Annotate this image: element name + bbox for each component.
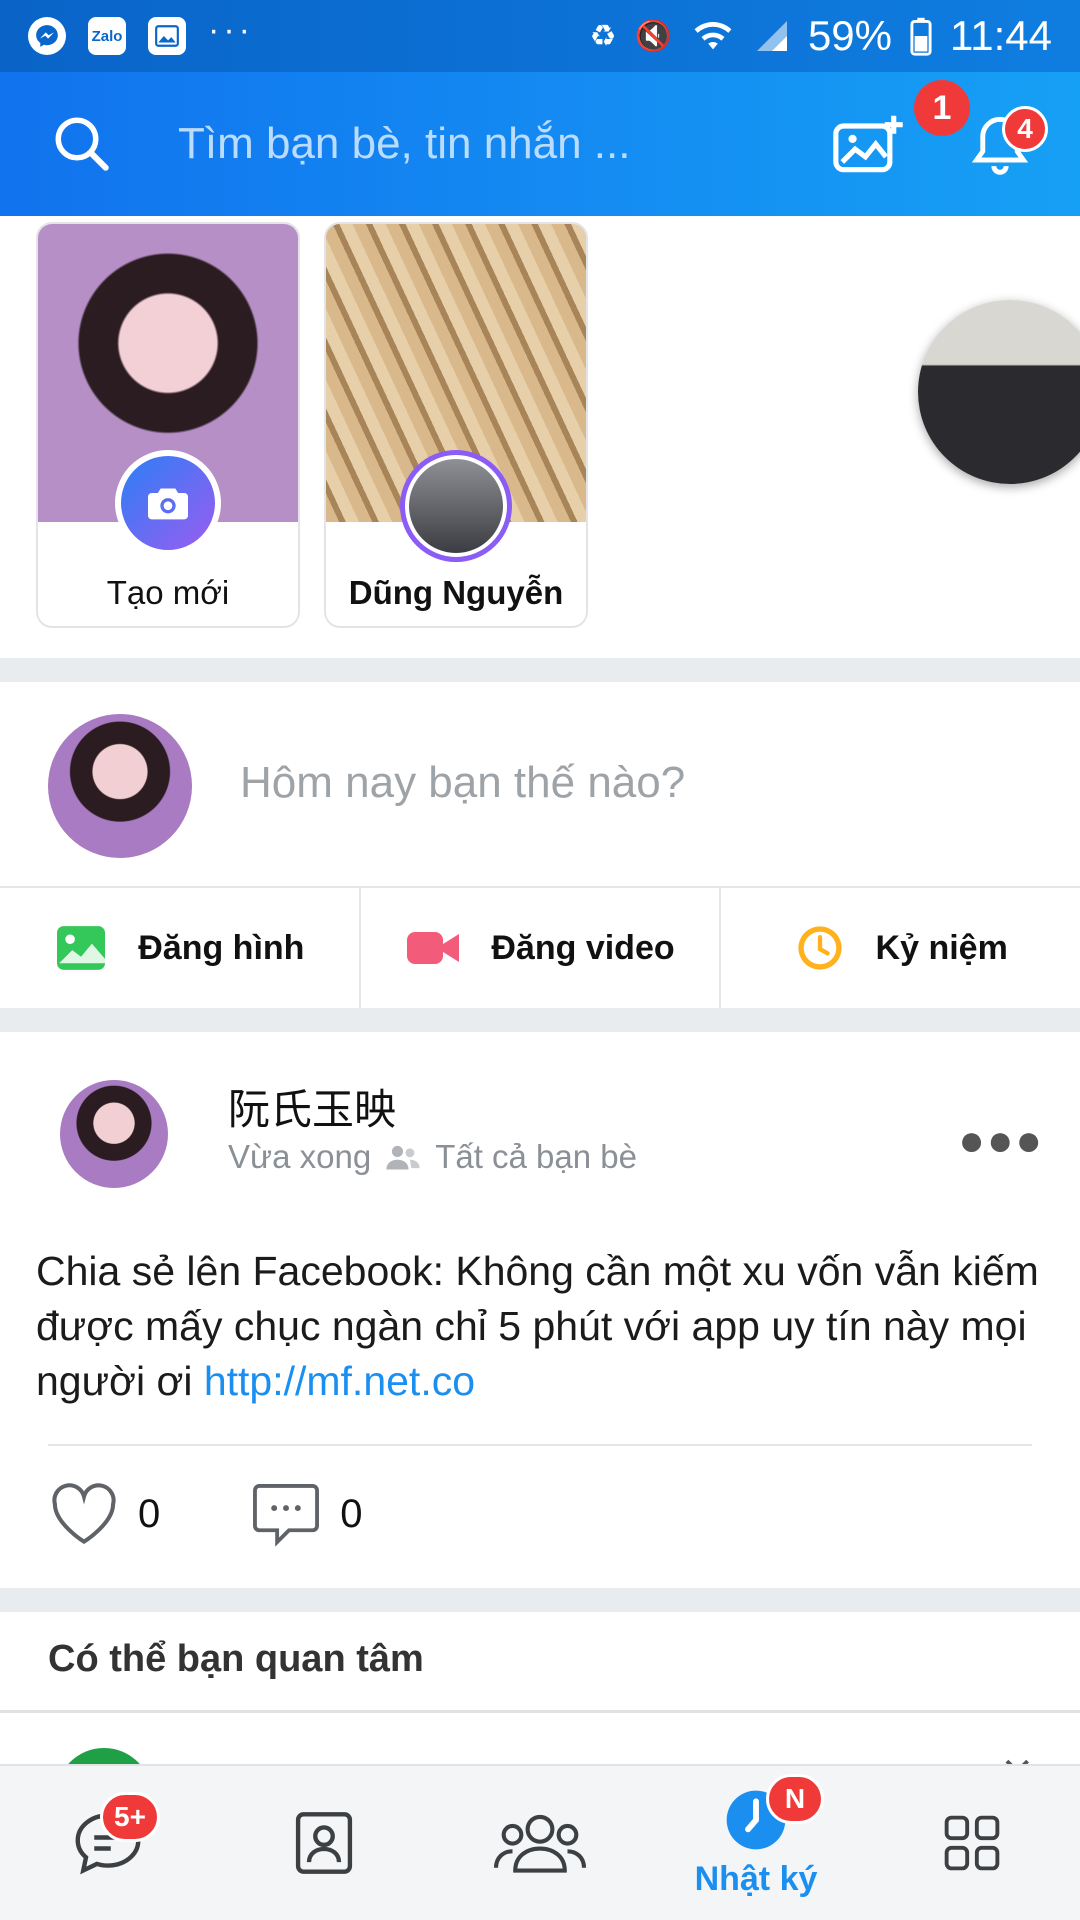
- chat-bubble-badge: 1: [914, 80, 970, 136]
- camera-icon: [115, 450, 221, 556]
- image-icon: [57, 926, 106, 970]
- friends-icon: [386, 1145, 420, 1170]
- comment-icon: [253, 1483, 320, 1547]
- heart-icon: [52, 1483, 116, 1545]
- post-author-name[interactable]: 阮氏玉映: [228, 1076, 396, 1137]
- timeline-badge: N: [766, 1774, 824, 1824]
- post-video-label: Đăng video: [491, 928, 675, 967]
- clock-icon: [797, 926, 842, 970]
- memories-button[interactable]: Kỷ niệm: [721, 888, 1080, 1008]
- story-label: Tạo mới: [106, 574, 230, 611]
- post-video-button[interactable]: Đăng video: [361, 888, 722, 1008]
- messages-badge: 5+: [100, 1792, 160, 1842]
- post-actions: 0 0: [48, 1480, 453, 1548]
- bottom-navigation: 5+ Nhật ký N: [0, 1764, 1080, 1920]
- story-dung-nguyen[interactable]: Dũng Nguyễn: [324, 222, 588, 628]
- memories-label: Kỷ niệm: [875, 928, 1008, 967]
- notification-count-badge: 4: [1002, 106, 1048, 152]
- post-privacy: Tất cả bạn bè: [435, 1138, 637, 1175]
- grid-icon: [944, 1815, 1000, 1871]
- notifications-button[interactable]: 4: [960, 104, 1048, 184]
- battery-percent: 59%: [807, 12, 892, 59]
- group-icon: [493, 1814, 587, 1873]
- stories-strip: Tạo mới Dũng Nguyễn: [0, 216, 1080, 658]
- post-time: Vừa xong: [228, 1138, 372, 1175]
- user-avatar[interactable]: [48, 714, 192, 858]
- add-image-icon: [833, 115, 903, 173]
- zalo-label: Zalo: [91, 27, 123, 45]
- signal-icon: [756, 21, 787, 51]
- nav-groups[interactable]: [432, 1766, 648, 1920]
- post-link[interactable]: http://mf.net.co: [204, 1358, 475, 1404]
- timeline-label: Nhật ký: [694, 1859, 818, 1898]
- nav-messages[interactable]: 5+: [0, 1766, 216, 1920]
- post-meta: Vừa xong Tất cả bạn bè: [228, 1138, 637, 1176]
- post-author-avatar[interactable]: [60, 1080, 168, 1188]
- new-photo-post-button[interactable]: [828, 104, 908, 184]
- post-photo-label: Đăng hình: [138, 928, 305, 967]
- suggestions-title: Có thể bạn quan tâm: [48, 1638, 424, 1680]
- nav-timeline[interactable]: Nhật ký N: [648, 1766, 864, 1920]
- status-input[interactable]: [240, 758, 1020, 808]
- clock-time: 11:44: [950, 12, 1052, 59]
- post-body: Chia sẻ lên Facebook: Không cần một xu v…: [36, 1248, 1039, 1404]
- battery-icon: [910, 17, 932, 56]
- wifi-icon: [694, 21, 732, 50]
- contacts-icon: [295, 1812, 353, 1874]
- more-options-icon[interactable]: ●●●: [958, 1116, 1044, 1166]
- post-photo-button[interactable]: Đăng hình: [0, 888, 361, 1008]
- search-icon[interactable]: [52, 114, 112, 174]
- messenger-icon: [28, 17, 66, 55]
- nav-more[interactable]: [864, 1766, 1080, 1920]
- divider: [48, 1444, 1032, 1446]
- zalo-icon: Zalo: [88, 17, 126, 55]
- more-notifications: ···: [208, 11, 254, 49]
- status-bar: Zalo ··· ♻ 🔇 59% 11:44: [0, 0, 1080, 72]
- story-create[interactable]: Tạo mới: [36, 222, 300, 628]
- like-count: 0: [138, 1491, 161, 1536]
- story-label: Dũng Nguyễn: [348, 574, 564, 611]
- search-input[interactable]: [178, 119, 776, 169]
- video-icon: [407, 932, 460, 964]
- comment-count: 0: [340, 1491, 363, 1536]
- divider: [0, 1710, 1080, 1713]
- nav-contacts[interactable]: [216, 1766, 432, 1920]
- like-button[interactable]: 0: [48, 1482, 160, 1546]
- story-avatar: [400, 450, 512, 562]
- feed-post: 阮氏玉映 Vừa xong Tất cả bạn bè ●●● Chia sẻ …: [0, 1032, 1080, 1588]
- mute-icon: 🔇: [634, 19, 672, 53]
- comment-button[interactable]: 0: [250, 1480, 363, 1548]
- gallery-icon: [148, 17, 186, 55]
- composer-actions: Đăng hình Đăng video Kỷ niệm: [0, 886, 1080, 1008]
- post-text: Chia sẻ lên Facebook: Không cần một xu v…: [36, 1244, 1046, 1409]
- post-composer: Đăng hình Đăng video Kỷ niệm: [0, 682, 1080, 1008]
- recycle-battery-icon: ♻: [589, 19, 617, 53]
